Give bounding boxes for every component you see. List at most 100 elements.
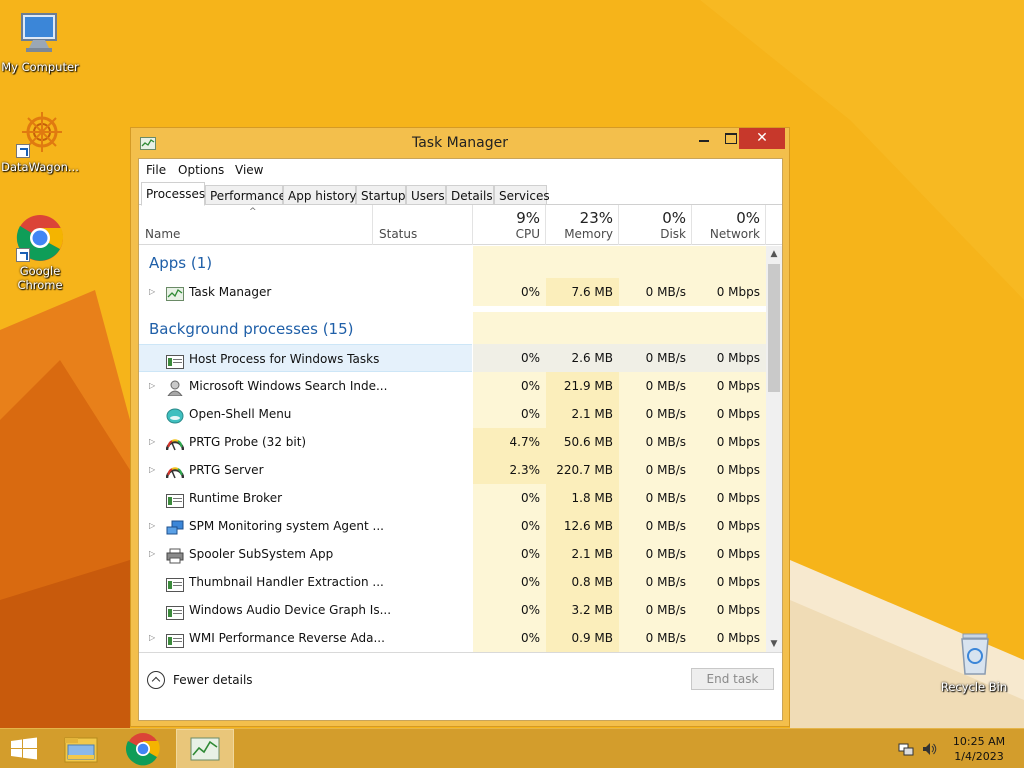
network-icon[interactable] <box>898 741 914 757</box>
column-disk[interactable]: 0% Disk <box>619 205 692 245</box>
table-row[interactable]: ▷ Microsoft Windows Search Inde... 0% 21… <box>139 372 766 400</box>
close-button[interactable]: ✕ <box>739 128 785 149</box>
process-name: WMI Performance Reverse Ada... <box>189 631 385 645</box>
disk-value: 0 MB/s <box>619 428 692 456</box>
start-button[interactable] <box>0 729 56 768</box>
system-clock[interactable]: 10:25 AM 1/4/2023 <box>944 734 1014 764</box>
sort-ascending-icon: ^ <box>249 207 257 217</box>
menu-view[interactable]: View <box>235 163 263 177</box>
expand-chevron-icon[interactable]: ▷ <box>149 540 155 568</box>
tab-services[interactable]: Services <box>494 185 550 205</box>
table-row[interactable]: Host Process for Windows Tasks 0% 2.6 MB… <box>139 344 766 372</box>
vertical-scrollbar[interactable]: ▲ ▼ <box>766 246 782 652</box>
table-row[interactable]: ▷ PRTG Server 2.3% 220.7 MB 0 MB/s 0 Mbp… <box>139 456 766 484</box>
table-row[interactable]: ▷ PRTG Probe (32 bit) 4.7% 50.6 MB 0 MB/… <box>139 428 766 456</box>
expand-chevron-icon[interactable]: ▷ <box>149 624 155 652</box>
network-value: 0 Mbps <box>692 568 766 596</box>
expand-chevron-icon[interactable]: ▷ <box>149 428 155 456</box>
process-name: Thumbnail Handler Extraction ... <box>189 575 384 589</box>
tab-users[interactable]: Users <box>406 185 446 205</box>
menu-options[interactable]: Options <box>178 163 224 177</box>
scroll-down-arrow-icon[interactable]: ▼ <box>766 636 782 652</box>
column-network[interactable]: 0% Network <box>692 205 766 245</box>
task-manager-icon <box>166 284 184 301</box>
taskbar-file-explorer[interactable] <box>54 729 110 768</box>
table-row[interactable]: Windows Audio Device Graph Is... 0% 3.2 … <box>139 596 766 624</box>
process-name: Host Process for Windows Tasks <box>189 352 380 366</box>
table-row[interactable]: ▷ Task Manager 0% 7.6 MB 0 MB/s 0 Mbps <box>139 278 766 306</box>
memory-total: 23% <box>579 209 613 227</box>
column-name-label: Name <box>145 227 181 241</box>
disk-value: 0 MB/s <box>619 344 692 372</box>
folder-icon <box>54 737 110 768</box>
network-value: 0 Mbps <box>692 484 766 512</box>
column-name[interactable]: ^ Name <box>139 205 373 245</box>
window-app-icon <box>166 490 184 508</box>
menu-file[interactable]: File <box>146 163 166 177</box>
tab-processes[interactable]: Processes <box>141 182 205 206</box>
process-name: Windows Audio Device Graph Is... <box>189 603 392 617</box>
cpu-value: 0% <box>473 278 546 306</box>
network-value: 0 Mbps <box>692 540 766 568</box>
table-row[interactable]: Thumbnail Handler Extraction ... 0% 0.8 … <box>139 568 766 596</box>
shortcut-arrow-icon <box>16 248 30 262</box>
cpu-value: 0% <box>473 372 546 400</box>
desktop-icon-datawagon[interactable]: DataWagon... <box>0 110 80 174</box>
memory-value: 7.6 MB <box>546 278 619 306</box>
table-row[interactable]: ▷ Spooler SubSystem App 0% 2.1 MB 0 MB/s… <box>139 540 766 568</box>
disk-total: 0% <box>662 209 686 227</box>
clock-time: 10:25 AM <box>952 735 1006 748</box>
process-name: Runtime Broker <box>189 491 283 505</box>
group-header-apps[interactable]: Apps (1) <box>139 246 766 278</box>
task-manager-client: File Options View Processes Performance … <box>138 158 783 721</box>
network-value: 0 Mbps <box>692 428 766 456</box>
desktop-icon-my-computer[interactable]: My Computer <box>0 10 80 74</box>
window-titlebar[interactable]: Task Manager ✕ <box>131 128 789 158</box>
cpu-value: 0% <box>473 512 546 540</box>
network-value: 0 Mbps <box>692 400 766 428</box>
minimize-button[interactable] <box>691 128 717 149</box>
network-value: 0 Mbps <box>692 624 766 652</box>
process-name: Task Manager <box>189 285 272 299</box>
scroll-thumb[interactable] <box>768 264 780 392</box>
volume-icon[interactable] <box>922 741 938 757</box>
table-row[interactable]: ▷ WMI Performance Reverse Ada... 0% 0.9 … <box>139 624 766 652</box>
process-name: SPM Monitoring system Agent ... <box>189 519 384 533</box>
table-row[interactable]: Open-Shell Menu 0% 2.1 MB 0 MB/s 0 Mbps <box>139 400 766 428</box>
computer-icon <box>16 10 64 58</box>
column-status[interactable]: Status <box>373 205 473 245</box>
open-shell-icon <box>166 406 184 424</box>
scroll-up-arrow-icon[interactable]: ▲ <box>766 246 782 262</box>
cpu-value: 0% <box>473 540 546 568</box>
expand-chevron-icon[interactable]: ▷ <box>149 372 155 400</box>
process-list: Apps (1) ▷ Task Manager 0% 7.6 MB 0 MB/s… <box>139 246 766 652</box>
taskbar-task-manager[interactable] <box>176 729 234 768</box>
expand-chevron-icon[interactable]: ▷ <box>149 278 155 306</box>
expand-chevron-icon[interactable]: ▷ <box>149 512 155 540</box>
column-header: ^ Name Status 9% CPU 23% Memory 0% Disk … <box>139 205 782 245</box>
desktop-icon-google-chrome[interactable]: Google Chrome <box>0 214 80 292</box>
memory-value: 50.6 MB <box>546 428 619 456</box>
table-row[interactable]: ▷ SPM Monitoring system Agent ... 0% 12.… <box>139 512 766 540</box>
disk-value: 0 MB/s <box>619 596 692 624</box>
tab-details[interactable]: Details <box>446 185 494 205</box>
cpu-total: 9% <box>516 209 540 227</box>
chevron-up-circle-icon <box>147 671 165 689</box>
tab-performance[interactable]: Performance <box>205 185 286 205</box>
cpu-value: 0% <box>473 596 546 624</box>
window-app-icon <box>166 602 184 620</box>
memory-value: 2.6 MB <box>546 344 619 372</box>
tab-app-history[interactable]: App history <box>283 185 357 205</box>
expand-chevron-icon[interactable]: ▷ <box>149 456 155 484</box>
taskbar: 10:25 AM 1/4/2023 <box>0 728 1024 768</box>
group-header-background[interactable]: Background processes (15) <box>139 312 766 344</box>
column-cpu[interactable]: 9% CPU <box>473 205 546 245</box>
tab-startup[interactable]: Startup <box>356 185 406 205</box>
gauge-icon <box>165 434 185 451</box>
end-task-button[interactable]: End task <box>691 668 774 690</box>
table-row[interactable]: Runtime Broker 0% 1.8 MB 0 MB/s 0 Mbps <box>139 484 766 512</box>
column-memory[interactable]: 23% Memory <box>546 205 619 245</box>
cpu-value: 0% <box>473 568 546 596</box>
taskbar-google-chrome[interactable] <box>115 729 171 768</box>
desktop-icon-recycle-bin[interactable]: Recycle Bin <box>934 630 1014 694</box>
